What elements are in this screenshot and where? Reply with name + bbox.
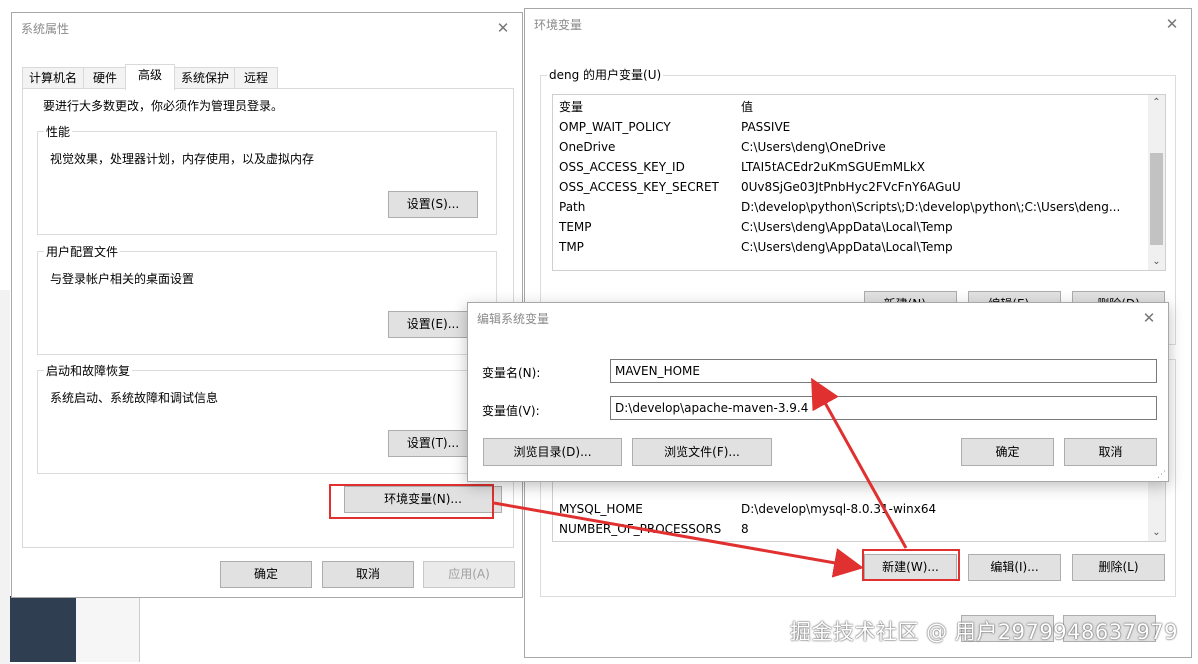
annotation-arrows — [493, 377, 908, 578]
arrow-env-to-new — [493, 501, 864, 578]
arrow-new-to-name — [811, 377, 908, 549]
watermark: 掘金技术社区 @ 用户2979948637979 — [789, 620, 1178, 644]
tab-advanced[interactable]: 高级 — [125, 64, 175, 90]
